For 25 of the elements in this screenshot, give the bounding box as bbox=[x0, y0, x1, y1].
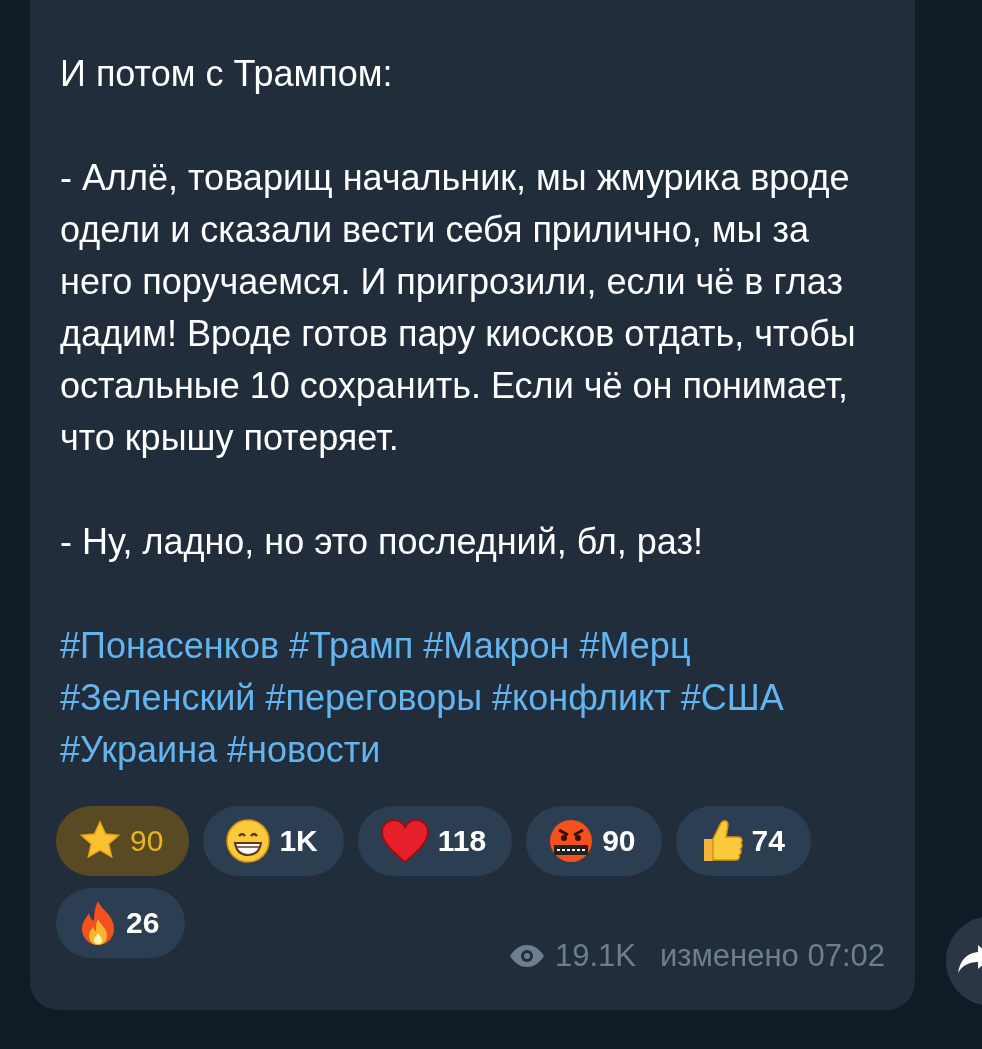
reaction-button[interactable]: 90 bbox=[56, 806, 190, 876]
reaction-button[interactable]: 26 bbox=[56, 888, 186, 958]
edited-time: изменено 07:02 bbox=[660, 938, 885, 974]
hashtag-link[interactable]: #конфликт bbox=[492, 672, 671, 724]
reaction-button[interactable]: 74 bbox=[675, 806, 811, 876]
heart-icon bbox=[379, 818, 430, 864]
hashtag-link[interactable]: #Макрон bbox=[423, 620, 570, 672]
eye-icon bbox=[509, 944, 545, 968]
grinning-face-icon bbox=[225, 818, 272, 864]
reaction-button[interactable]: 90 bbox=[526, 806, 662, 876]
hashtag-link[interactable]: #Трамп bbox=[289, 620, 414, 672]
hashtag-link[interactable]: #Зеленский bbox=[60, 672, 256, 724]
reaction-button[interactable]: 1K bbox=[203, 806, 344, 876]
hashtag-link[interactable]: #Мерц bbox=[579, 620, 691, 672]
view-count: 19.1K bbox=[555, 938, 636, 974]
reaction-button[interactable]: 118 bbox=[357, 806, 513, 876]
hashtag-link[interactable]: #новости bbox=[227, 724, 381, 776]
message-text: - Аллё, товарищ начальник, мы жмурика вроде одели и сказали вести себя прилично, мы за него поручаемся. И пригрозили, если чё в глаз дадим! Вроде готов пару киосков отдать, чтобы остальные 10 сохранить. Если чё он понимает, что крышу потеряет. bbox=[60, 156, 857, 460]
hashtag-link[interactable]: #США bbox=[680, 672, 784, 724]
hashtag-link[interactable]: #переговоры bbox=[265, 672, 483, 724]
message-text: - Ну, ладно, но это последний, бл, раз! bbox=[60, 520, 704, 564]
angry-face-icon bbox=[548, 818, 595, 864]
message-text: И потом с Трампом: bbox=[60, 52, 394, 96]
hashtag-link[interactable]: #Понасенков bbox=[60, 620, 280, 672]
hashtag-link[interactable]: #Украина bbox=[60, 724, 218, 776]
